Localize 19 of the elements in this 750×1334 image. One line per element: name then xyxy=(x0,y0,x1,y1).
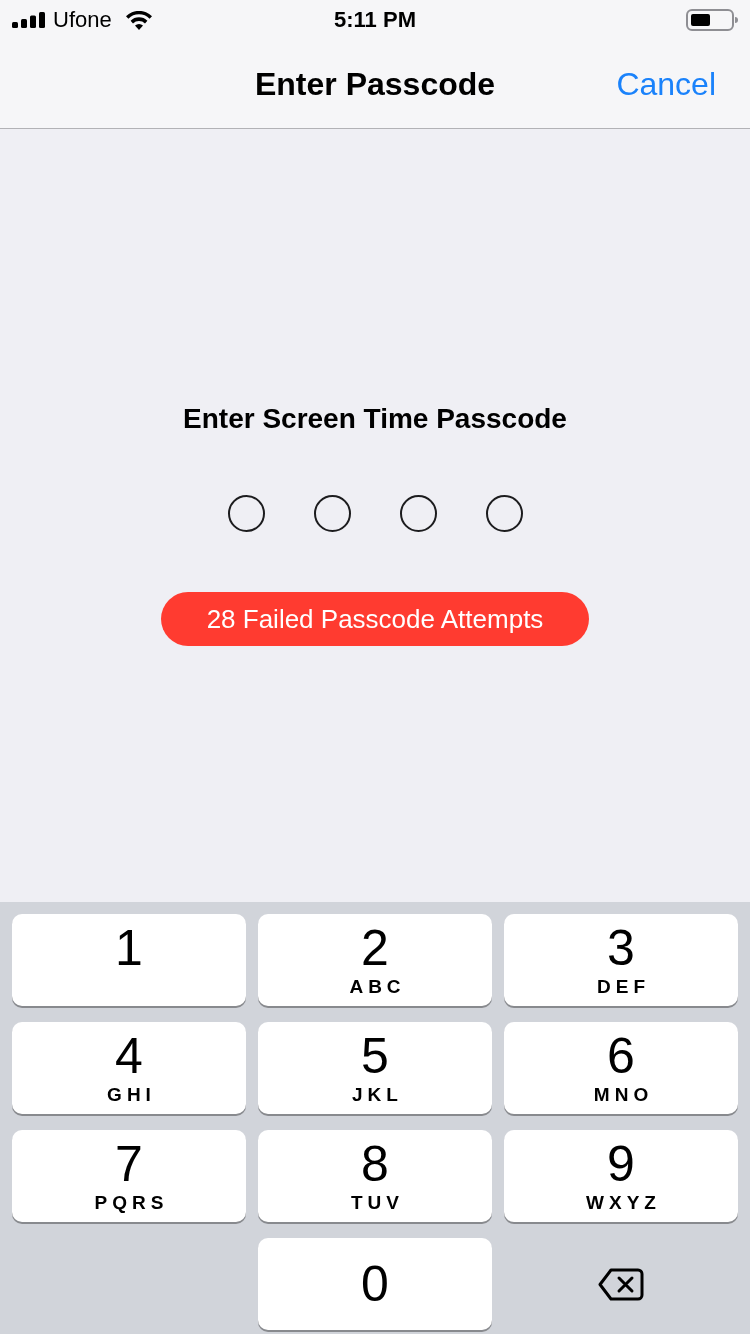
keypad-key[interactable]: 4 GHI xyxy=(12,1022,246,1114)
keypad-key[interactable]: 7 PQRS xyxy=(12,1130,246,1222)
carrier-name: Ufone xyxy=(53,7,112,33)
keypad-key[interactable]: 0 xyxy=(258,1238,492,1330)
keypad-key[interactable]: 5 JKL xyxy=(258,1022,492,1114)
keypad-key[interactable]: 9 WXYZ xyxy=(504,1130,738,1222)
signal-icon xyxy=(12,12,45,28)
screen-title: Enter Passcode xyxy=(254,66,496,102)
keypad-key[interactable]: 2 ABC xyxy=(258,914,492,1006)
passcode-prompt: Enter Screen Time Passcode xyxy=(183,403,567,435)
keypad-key[interactable]: 3 DEF xyxy=(504,914,738,1006)
backspace-icon xyxy=(598,1267,644,1301)
keypad-key[interactable]: 8 TUV xyxy=(258,1130,492,1222)
keypad-key[interactable]: 1 xyxy=(12,914,246,1006)
failed-attempts-badge: 28 Failed Passcode Attempts xyxy=(160,592,590,646)
status-time: 5:11 PM xyxy=(334,7,416,33)
battery-icon xyxy=(686,9,738,31)
wifi-icon xyxy=(125,10,152,30)
keypad-key[interactable]: 6 MNO xyxy=(504,1022,738,1114)
